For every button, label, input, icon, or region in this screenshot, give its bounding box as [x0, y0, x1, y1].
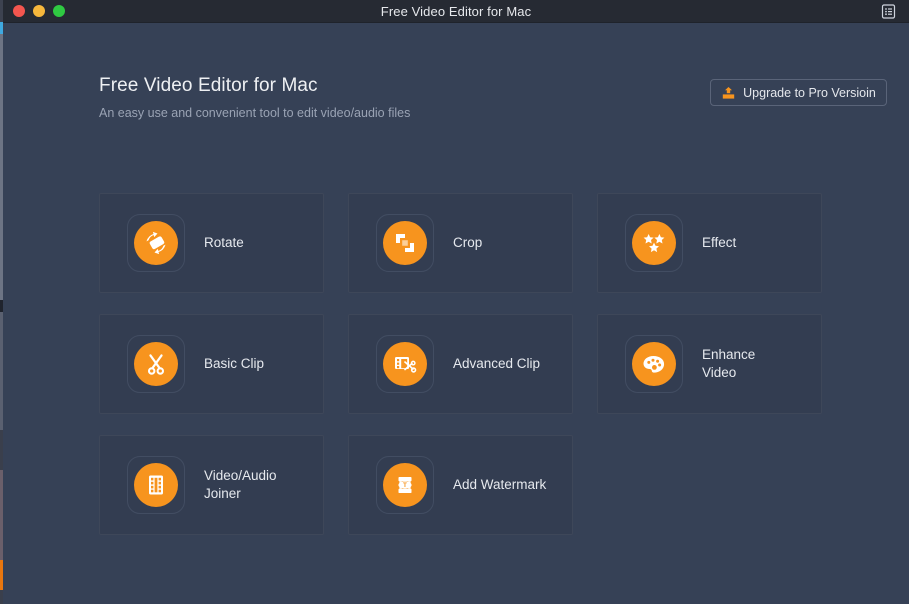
- feature-card-enhance-video[interactable]: Enhance Video: [597, 314, 822, 414]
- list-menu-icon[interactable]: [880, 3, 897, 20]
- feature-card-crop[interactable]: Crop: [348, 193, 573, 293]
- upgrade-to-pro-button[interactable]: Upgrade to Pro Versioin: [710, 79, 887, 106]
- minimize-button[interactable]: [33, 5, 45, 17]
- watermark-text-icon: T: [383, 463, 427, 507]
- page-header: Free Video Editor for Mac An easy use an…: [99, 75, 410, 120]
- feature-card-grid: Rotate Crop Effect Basic Clip Advanced C…: [99, 193, 822, 535]
- icon-frame: [625, 214, 683, 272]
- icon-frame: [625, 335, 683, 393]
- stars-effect-icon: [632, 221, 676, 265]
- close-button[interactable]: [13, 5, 25, 17]
- film-scissors-icon: [383, 342, 427, 386]
- svg-text:T: T: [403, 482, 407, 489]
- palette-icon: [632, 342, 676, 386]
- icon-frame: [127, 335, 185, 393]
- page-subtitle: An easy use and convenient tool to edit …: [99, 106, 411, 120]
- icon-frame: T: [376, 456, 434, 514]
- feature-card-basic-clip[interactable]: Basic Clip: [99, 314, 324, 414]
- zoom-button[interactable]: [53, 5, 65, 17]
- title-bar: Free Video Editor for Mac: [3, 0, 909, 23]
- traffic-light-buttons: [13, 5, 65, 17]
- app-window: Free Video Editor for Mac Free Video Edi…: [3, 0, 909, 604]
- feature-card-label: Advanced Clip: [453, 356, 541, 371]
- upload-box-icon: [721, 86, 736, 100]
- scissors-icon: [134, 342, 178, 386]
- feature-card-label: Add Watermark: [453, 477, 547, 492]
- feature-card-label: Rotate: [204, 235, 244, 250]
- crop-icon: [383, 221, 427, 265]
- feature-card-rotate[interactable]: Rotate: [99, 193, 324, 293]
- feature-card-video-audio-joiner[interactable]: Video/Audio Joiner: [99, 435, 324, 535]
- feature-card-advanced-clip[interactable]: Advanced Clip: [348, 314, 573, 414]
- feature-card-add-watermark[interactable]: T Add Watermark: [348, 435, 573, 535]
- icon-frame: [127, 214, 185, 272]
- rotate-icon: [134, 221, 178, 265]
- icon-frame: [376, 214, 434, 272]
- window-title: Free Video Editor for Mac: [380, 3, 532, 19]
- icon-frame: [376, 335, 434, 393]
- feature-card-label: Basic Clip: [204, 356, 265, 371]
- icon-frame: [127, 456, 185, 514]
- main-content: Free Video Editor for Mac An easy use an…: [3, 23, 909, 604]
- feature-card-label: Enhance Video: [702, 347, 756, 380]
- film-strip-icon: [134, 463, 178, 507]
- feature-card-label: Crop: [453, 235, 483, 250]
- page-title: Free Video Editor for Mac: [99, 75, 318, 96]
- feature-card-label: Effect: [702, 235, 737, 250]
- feature-card-label: Video/Audio Joiner: [204, 468, 277, 501]
- upgrade-button-label: Upgrade to Pro Versioin: [743, 85, 876, 100]
- feature-card-effect[interactable]: Effect: [597, 193, 822, 293]
